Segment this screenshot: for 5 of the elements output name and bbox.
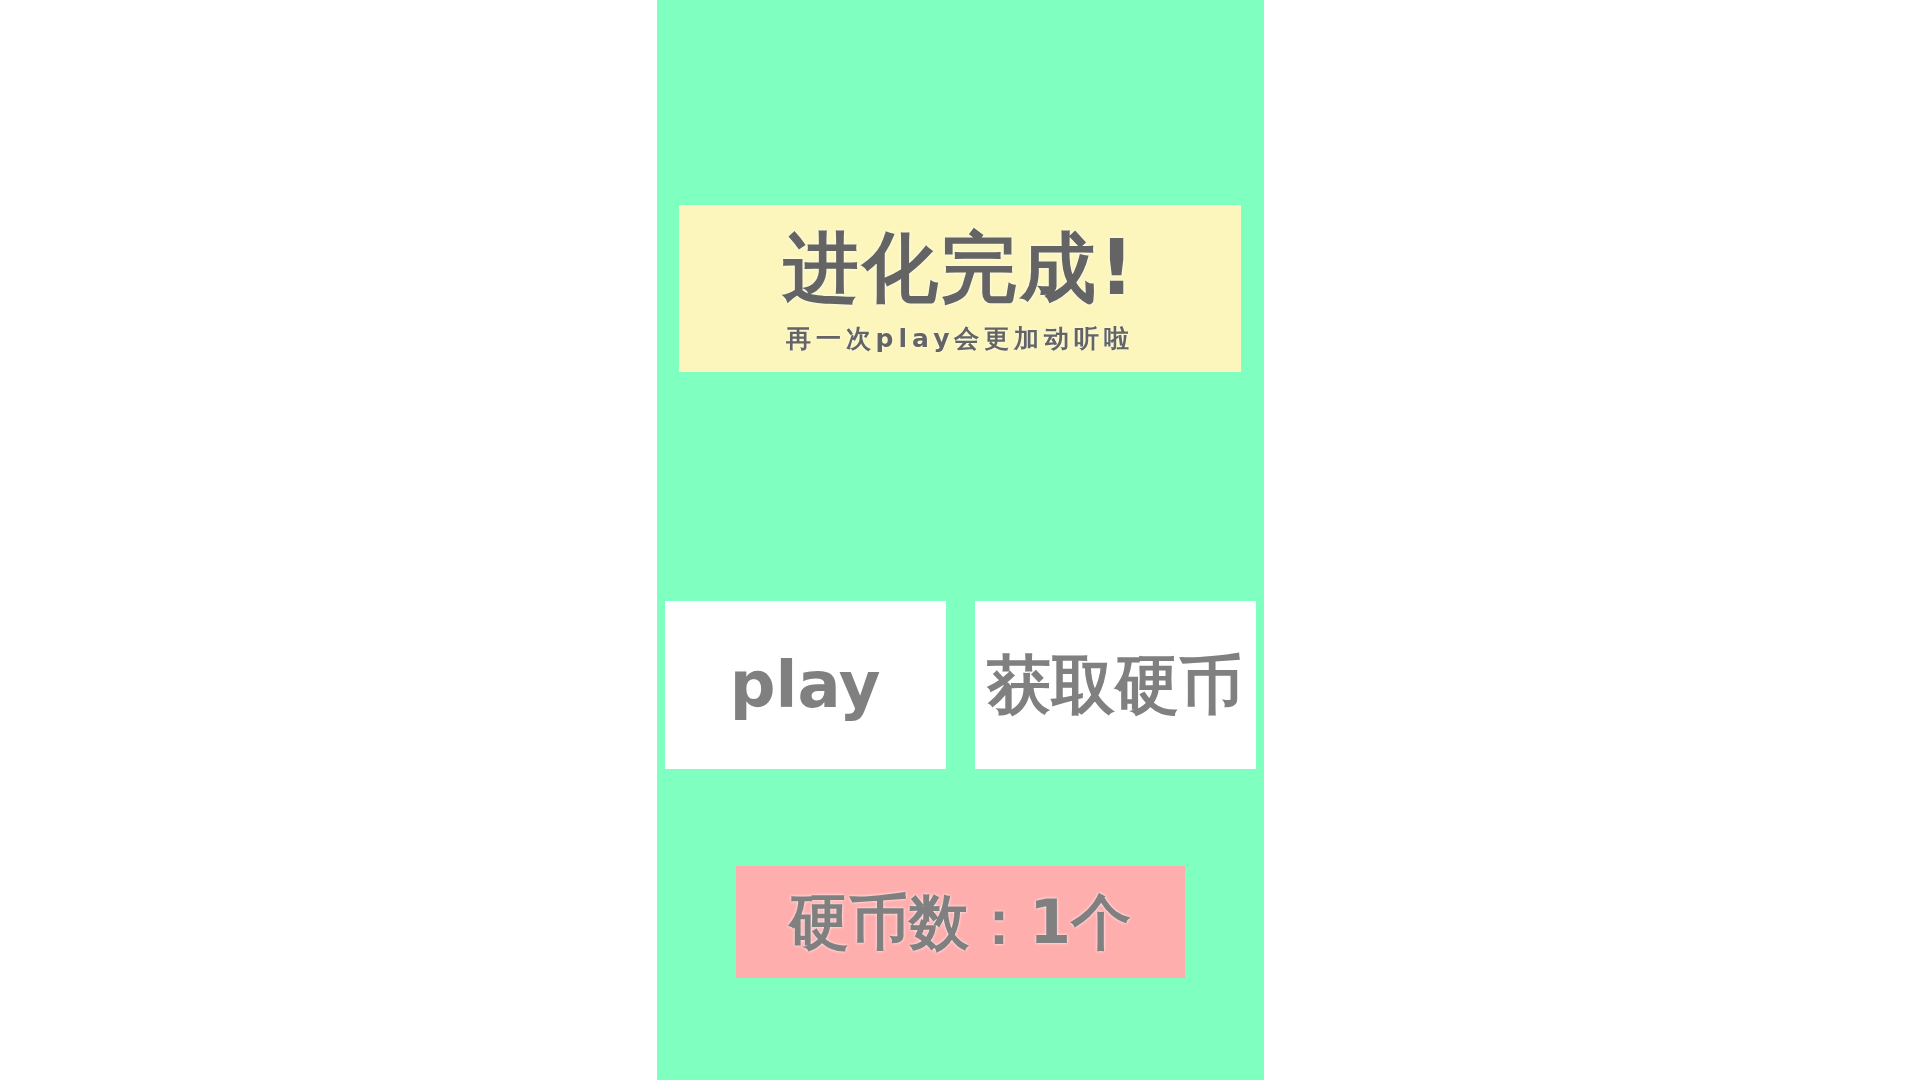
banner-title: 进化完成! [783, 225, 1137, 311]
menu-button[interactable]: 获取硬币 [974, 601, 1256, 769]
banner-subtitle: 再一次play会更加动听啦 [785, 323, 1135, 355]
menu-button[interactable]: play [664, 601, 946, 769]
coin-count-text: 硬币数：1个 [789, 887, 1131, 957]
